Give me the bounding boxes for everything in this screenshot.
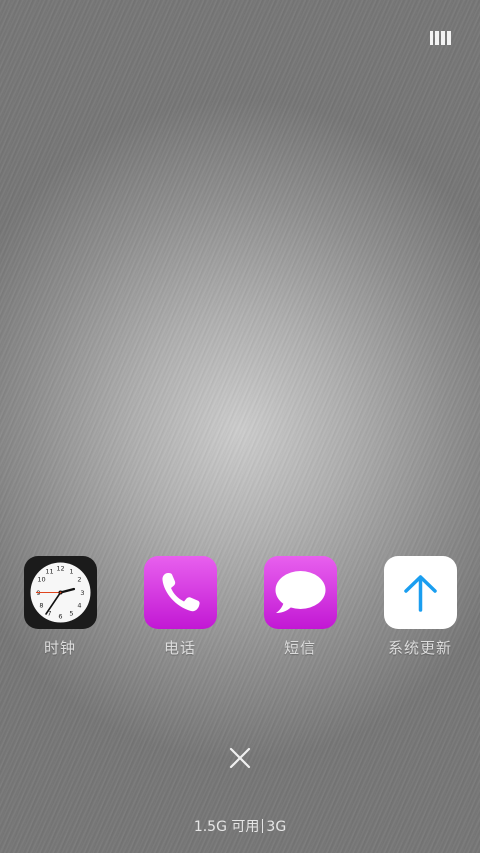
grid-layout-icon[interactable]: [430, 30, 452, 46]
update-arrow-icon: [383, 556, 457, 629]
clock-num-6: 6: [58, 613, 62, 621]
recent-apps-screen: 12 1 2 3 4 5 6 7 8 9 10 11: [0, 0, 480, 853]
close-icon[interactable]: [228, 746, 252, 770]
clock-num-2: 2: [77, 576, 81, 584]
clock-icon: 12 1 2 3 4 5 6 7 8 9 10 11: [23, 556, 97, 629]
recent-apps-row: 12 1 2 3 4 5 6 7 8 9 10 11: [0, 556, 480, 666]
app-label-messages: 短信: [283, 639, 316, 657]
app-clock[interactable]: 12 1 2 3 4 5 6 7 8 9 10 11: [5, 556, 115, 658]
app-system-update[interactable]: 系统更新: [365, 556, 475, 658]
app-label-clock: 时钟: [43, 639, 76, 657]
clock-num-4: 4: [77, 602, 81, 610]
network-type: 3G: [266, 819, 287, 835]
clock-num-5: 5: [69, 610, 73, 618]
app-phone[interactable]: 电话: [125, 556, 235, 658]
memory-available: 1.5G 可用: [193, 819, 260, 835]
app-label-system-update: 系统更新: [387, 639, 452, 657]
app-messages[interactable]: 短信: [245, 556, 355, 658]
message-icon: [263, 556, 337, 629]
phone-icon: [143, 556, 217, 629]
app-label-phone: 电话: [163, 639, 196, 657]
clock-num-8: 8: [39, 602, 43, 610]
wallpaper-texture: [0, 0, 480, 853]
memory-status: 1.5G 可用 3G: [0, 816, 480, 836]
memory-divider: [262, 819, 264, 833]
clock-num-1: 1: [69, 568, 73, 576]
clock-num-10: 10: [37, 576, 45, 584]
clock-num-3: 3: [80, 589, 84, 597]
clock-num-12: 12: [56, 565, 64, 573]
clock-num-11: 11: [45, 568, 53, 576]
